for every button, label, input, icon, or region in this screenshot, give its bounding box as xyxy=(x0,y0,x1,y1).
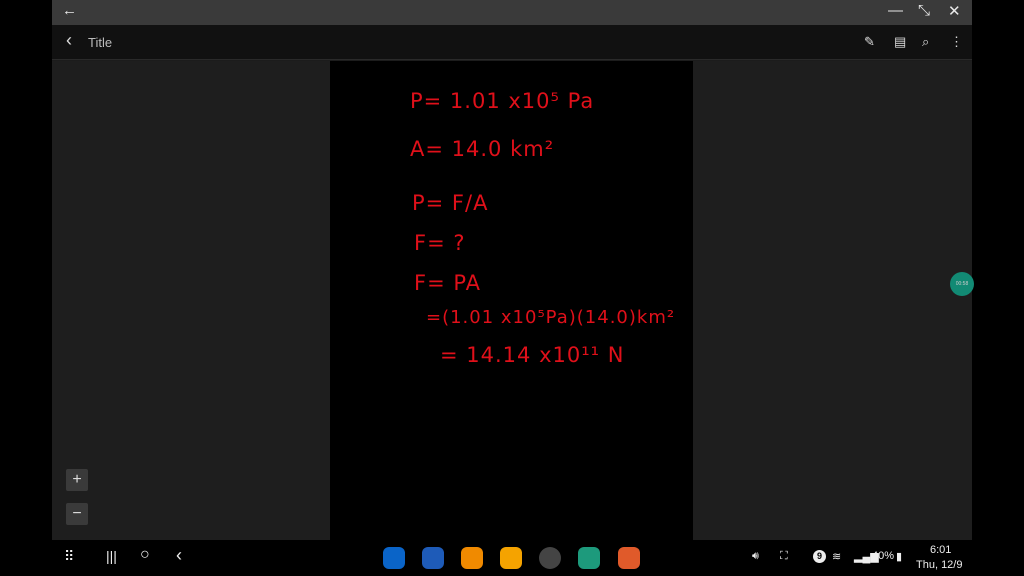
clock-date: Thu, 12/9 xyxy=(916,559,963,571)
note-canvas[interactable]: P= 1.01 x10⁵ Pa A= 14.0 km² P= F/A F= ? … xyxy=(330,61,693,540)
minimize-button[interactable]: — xyxy=(888,2,903,19)
back-button[interactable]: ‹ xyxy=(66,30,72,51)
notification-badge[interactable]: 9 xyxy=(813,550,826,563)
close-button[interactable]: ✕ xyxy=(948,2,961,20)
note-header: ‹ Title ✎ ▤ ⌕ ⋮ xyxy=(52,25,972,60)
back-nav-icon[interactable]: ‹ xyxy=(176,545,182,566)
ink-line: P= 1.01 x10⁵ Pa xyxy=(410,89,595,113)
note-title[interactable]: Title xyxy=(88,35,112,50)
left-margin: + − xyxy=(52,61,330,540)
ink-line: A= 14.0 km² xyxy=(410,137,555,161)
chrome-app-icon[interactable] xyxy=(539,547,561,569)
screenshot-icon[interactable]: ⛶ xyxy=(780,550,788,563)
clock-time: 6:01 xyxy=(930,544,952,556)
notes-app-icon[interactable] xyxy=(618,547,640,569)
taskbar: ⠿ ||| ○ ‹ 🔊︎ ⛶ 9 ≋ ▂▄▆ 40% ▮ 6:01 Thu, 1… xyxy=(0,540,1024,576)
zoom-in-button[interactable]: + xyxy=(66,469,88,491)
edit-icon[interactable]: ✎ xyxy=(864,34,875,50)
ink-line: =(1.01 x10⁵Pa)(14.0)km² xyxy=(426,307,676,328)
screen-recorder-bubble[interactable]: 00:58 xyxy=(950,272,974,296)
outlook-app-icon[interactable] xyxy=(383,547,405,569)
ink-line: P= F/A xyxy=(412,191,489,215)
reading-mode-icon[interactable]: ▤ xyxy=(894,34,906,50)
right-margin xyxy=(693,61,972,540)
title-bar: ← — ⤡ ✕ xyxy=(52,0,972,25)
ink-line: F= ? xyxy=(414,231,466,255)
home-icon[interactable]: ○ xyxy=(140,546,150,564)
volume-icon[interactable]: 🔊︎ xyxy=(752,550,759,563)
app-window: ← — ⤡ ✕ ‹ Title ✎ ▤ ⌕ ⋮ + − P= 1.01 x10⁵… xyxy=(52,0,972,540)
ink-line: = 14.14 x10¹¹ N xyxy=(440,343,625,367)
word-app-icon[interactable] xyxy=(422,547,444,569)
battery-icon: ▮ xyxy=(896,551,903,563)
search-icon[interactable]: ⌕ xyxy=(922,34,929,50)
meet-app-icon[interactable] xyxy=(578,547,600,569)
more-options-icon[interactable]: ⋮ xyxy=(950,34,963,50)
ink-line: F= PA xyxy=(414,271,482,295)
wifi-icon: ≋ xyxy=(832,551,842,563)
arrow-left-icon[interactable]: ← xyxy=(62,2,77,19)
battery-level: 40% xyxy=(872,550,895,562)
recents-icon[interactable]: ||| xyxy=(106,548,117,564)
restore-button[interactable]: ⤡ xyxy=(918,2,930,19)
vlc-app-icon[interactable] xyxy=(461,547,483,569)
files-app-icon[interactable] xyxy=(500,547,522,569)
app-drawer-icon[interactable]: ⠿ xyxy=(64,548,74,565)
zoom-out-button[interactable]: − xyxy=(66,503,88,525)
